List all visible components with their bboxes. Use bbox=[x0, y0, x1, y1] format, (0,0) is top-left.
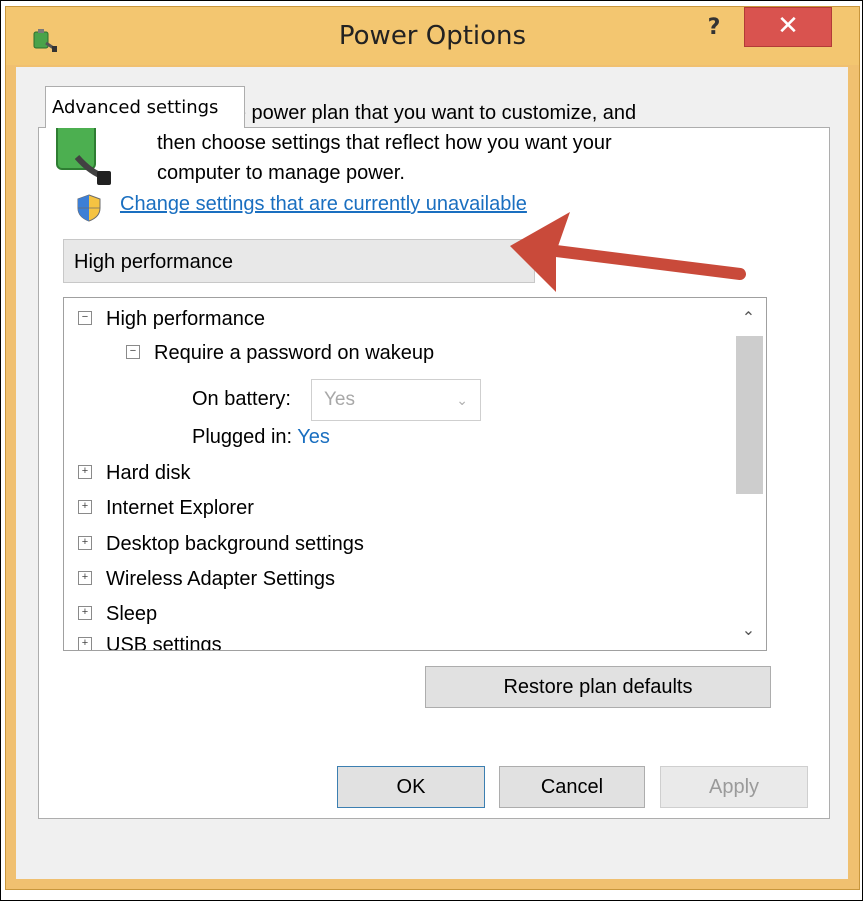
collapse-icon[interactable]: − bbox=[78, 310, 92, 325]
uac-shield-icon bbox=[77, 194, 101, 222]
plugged-in-value[interactable]: Yes bbox=[297, 426, 330, 448]
close-button[interactable]: ✕ bbox=[744, 7, 832, 47]
scroll-down-icon[interactable]: ⌄ bbox=[732, 620, 765, 644]
scroll-thumb[interactable] bbox=[736, 336, 763, 494]
tree-row-password-wakeup[interactable]: − Require a password on wakeup bbox=[126, 336, 434, 370]
tree-label: USB settings bbox=[106, 634, 222, 651]
change-settings-link[interactable]: Change settings that are currently unava… bbox=[120, 193, 527, 216]
apply-button[interactable]: Apply bbox=[660, 766, 808, 808]
chevron-down-icon: ⌄ bbox=[456, 392, 468, 408]
expand-icon[interactable]: + bbox=[78, 535, 92, 550]
plugged-in-label: Plugged in: bbox=[192, 426, 293, 448]
title-bar[interactable]: Power Options ? ✕ bbox=[6, 7, 859, 65]
tree-row-usb-settings[interactable]: + USB settings bbox=[78, 628, 222, 651]
tree-row-sleep[interactable]: + Sleep bbox=[78, 597, 157, 631]
tree-row-wireless-adapter[interactable]: + Wireless Adapter Settings bbox=[78, 562, 335, 596]
collapse-icon[interactable]: − bbox=[126, 344, 140, 359]
tree-row-desktop-background[interactable]: + Desktop background settings bbox=[78, 527, 364, 561]
expand-icon[interactable]: + bbox=[78, 636, 92, 650]
tree-label: Require a password on wakeup bbox=[154, 342, 435, 364]
description-line: computer to manage power. bbox=[157, 162, 405, 184]
tree-label: Sleep bbox=[106, 603, 158, 625]
expand-icon[interactable]: + bbox=[78, 570, 92, 585]
restore-plan-defaults-button[interactable]: Restore plan defaults bbox=[425, 666, 771, 708]
tab-advanced-settings[interactable]: Advanced settings bbox=[45, 86, 245, 128]
power-plan-select[interactable]: High performance bbox=[63, 239, 535, 283]
tree-row-internet-explorer[interactable]: + Internet Explorer bbox=[78, 491, 254, 525]
description-line: Select the power plan that you want to c… bbox=[157, 102, 637, 124]
expand-icon[interactable]: + bbox=[78, 499, 92, 514]
tree-label: Wireless Adapter Settings bbox=[106, 568, 335, 590]
ok-button[interactable]: OK bbox=[337, 766, 485, 808]
tree-label: Desktop background settings bbox=[106, 533, 364, 555]
window-title: Power Options bbox=[338, 21, 527, 51]
description-line: then choose settings that reflect how yo… bbox=[157, 132, 612, 154]
red-arrow-annotation bbox=[510, 212, 746, 292]
tree-row-on-battery: On battery: bbox=[192, 382, 291, 416]
expand-icon[interactable]: + bbox=[78, 605, 92, 620]
tree-label: Internet Explorer bbox=[106, 497, 254, 519]
help-button[interactable]: ? bbox=[700, 13, 728, 43]
cancel-button[interactable]: Cancel bbox=[499, 766, 645, 808]
on-battery-value: Yes bbox=[324, 389, 355, 410]
on-battery-dropdown[interactable]: Yes ⌄ bbox=[311, 379, 481, 421]
settings-tree[interactable]: − High performance − Require a password on… bbox=[63, 297, 767, 651]
description-text: Select the power plan that you want to c… bbox=[157, 98, 757, 188]
expand-icon[interactable]: + bbox=[78, 464, 92, 479]
tree-row-hard-disk[interactable]: + Hard disk bbox=[78, 456, 190, 490]
tree-row-plugged-in: Plugged in: Yes bbox=[192, 420, 330, 454]
tree-label: Hard disk bbox=[106, 462, 191, 484]
tree-label: High performance bbox=[106, 308, 265, 330]
tree-scrollbar[interactable]: ⌃ ⌄ bbox=[732, 298, 765, 649]
tree-row-high-performance[interactable]: − High performance bbox=[78, 302, 265, 336]
on-battery-label: On battery: bbox=[192, 388, 291, 410]
scroll-up-icon[interactable]: ⌃ bbox=[732, 308, 765, 332]
